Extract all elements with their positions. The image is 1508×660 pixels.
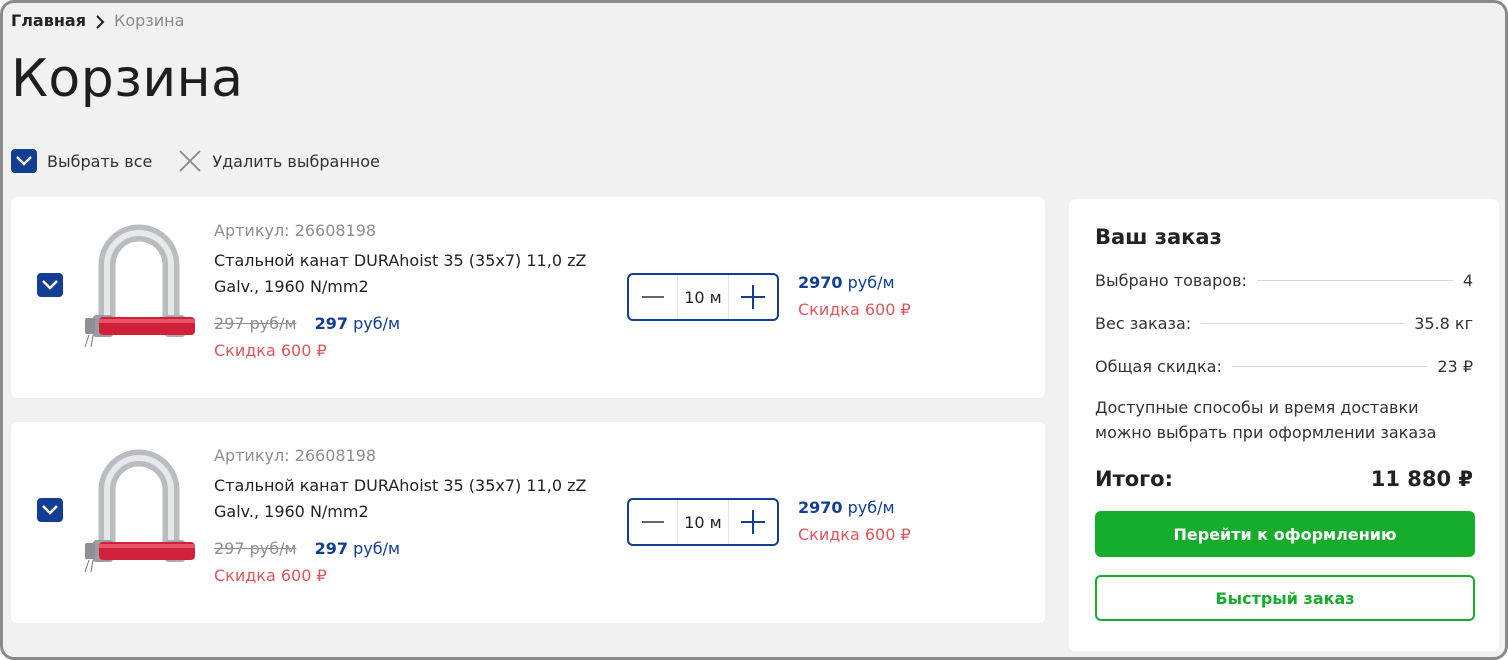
summary-row-weight: Вес заказа: 35.8 кг — [1095, 312, 1473, 334]
item-old-price: 297 руб/м — [214, 314, 297, 333]
summary-row-discount: Общая скидка: 23 ₽ — [1095, 355, 1473, 377]
item-total: 2970 руб/м Скидка 600 ₽ — [798, 498, 911, 544]
item-info: Артикул: 26608198 Стальной канат DURAhoi… — [214, 446, 594, 585]
order-summary-title: Ваш заказ — [1095, 225, 1222, 249]
summary-row-divider — [1231, 365, 1428, 367]
item-total: 2970 руб/м Скидка 600 ₽ — [798, 273, 911, 319]
breadcrumb: Главная Корзина — [11, 11, 184, 30]
item-price-row: 297 руб/м 297 руб/м — [214, 314, 594, 333]
item-price-row: 297 руб/м 297 руб/м — [214, 539, 594, 558]
delete-selected-label: Удалить выбранное — [212, 151, 380, 171]
item-total-unit: руб/м — [847, 498, 895, 517]
item-discount: Скидка 600 ₽ — [214, 566, 327, 585]
item-total-unit: руб/м — [847, 273, 895, 292]
item-price: 297 руб/м — [315, 539, 400, 558]
summary-row-items-count: Выбрано товаров: 4 — [1095, 269, 1473, 291]
checkbox-checked-icon[interactable] — [11, 149, 37, 173]
plus-icon[interactable] — [729, 275, 777, 319]
summary-row-value: 35.8 кг — [1414, 313, 1473, 333]
delivery-note: Доступные способы и время доставки можно… — [1095, 398, 1437, 442]
summary-row-value: 23 ₽ — [1437, 356, 1473, 376]
quantity-input[interactable]: 10 м — [677, 500, 729, 544]
item-price-value: 297 — [314, 539, 348, 558]
item-total-discount: Скидка 600 ₽ — [798, 300, 911, 319]
order-total: Итого: 11 880 ₽ — [1095, 467, 1473, 491]
summary-row-label: Выбрано товаров: — [1095, 270, 1247, 290]
select-all-button[interactable]: Выбрать все — [11, 149, 152, 173]
summary-row-label: Вес заказа: — [1095, 313, 1192, 333]
item-name-link[interactable]: Стальной канат DURAhoist 35 (35x7) 11,0 … — [214, 473, 594, 525]
plus-icon[interactable] — [729, 500, 777, 544]
chevron-right-icon — [94, 14, 106, 29]
item-total-value: 2970 — [798, 273, 843, 292]
breadcrumb-home-link[interactable]: Главная — [11, 11, 86, 30]
order-summary: Ваш заказ Выбрано товаров: 4 Вес заказа:… — [1069, 199, 1499, 651]
order-total-label: Итого: — [1095, 467, 1173, 491]
item-old-price: 297 руб/м — [214, 539, 297, 558]
select-all-label: Выбрать все — [47, 151, 153, 171]
item-total-price: 2970 руб/м — [798, 273, 911, 292]
breadcrumb-current: Корзина — [113, 11, 185, 30]
minus-icon[interactable] — [629, 500, 677, 544]
cart-page: Главная Корзина Корзина Выбрать все Удал… — [0, 0, 1508, 660]
item-info: Артикул: 26608198 Стальной канат DURAhoi… — [214, 221, 594, 360]
item-sku: Артикул: 26608198 — [214, 446, 377, 465]
summary-row-value: 4 — [1462, 270, 1473, 290]
quantity-stepper: 10 м — [627, 498, 779, 546]
checkout-button[interactable]: Перейти к оформлению — [1095, 511, 1475, 557]
item-total-value: 2970 — [798, 498, 843, 517]
item-sku: Артикул: 26608198 — [214, 221, 377, 240]
item-price: 297 руб/м — [315, 314, 400, 333]
item-name-link[interactable]: Стальной канат DURAhoist 35 (35x7) 11,0 … — [214, 248, 594, 300]
close-icon — [178, 149, 202, 173]
page-title: Корзина — [11, 49, 244, 109]
quick-order-button[interactable]: Быстрый заказ — [1095, 575, 1475, 621]
item-discount: Скидка 600 ₽ — [214, 341, 327, 360]
minus-icon[interactable] — [629, 275, 677, 319]
delete-selected-button[interactable]: Удалить выбранное — [178, 149, 380, 173]
item-total-price: 2970 руб/м — [798, 498, 911, 517]
quantity-input[interactable]: 10 м — [677, 275, 729, 319]
order-total-value: 11 880 ₽ — [1370, 467, 1473, 491]
item-price-unit: руб/м — [353, 539, 401, 558]
shackle-product-image[interactable] — [79, 217, 199, 348]
item-price-unit: руб/м — [353, 314, 401, 333]
item-price-value: 297 — [314, 314, 348, 333]
summary-row-divider — [1201, 322, 1405, 324]
cart-item: Артикул: 26608198 Стальной канат DURAhoi… — [11, 197, 1045, 398]
item-checkbox[interactable] — [37, 273, 63, 297]
summary-row-divider — [1256, 279, 1453, 281]
shackle-product-image[interactable] — [79, 442, 199, 573]
item-checkbox[interactable] — [37, 498, 63, 522]
quantity-stepper: 10 м — [627, 273, 779, 321]
cart-item: Артикул: 26608198 Стальной канат DURAhoi… — [11, 422, 1045, 623]
item-total-discount: Скидка 600 ₽ — [798, 525, 911, 544]
cart-toolbar: Выбрать все Удалить выбранное — [11, 149, 380, 173]
summary-row-label: Общая скидка: — [1095, 356, 1222, 376]
